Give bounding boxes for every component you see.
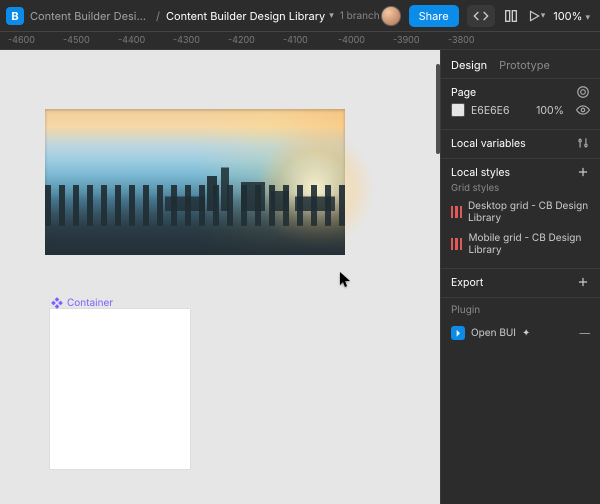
topbar-right: Share ▾ 100% ▾ (381, 5, 600, 27)
grid-columns-icon (451, 238, 462, 250)
remove-plugin-minus-icon[interactable]: — (580, 327, 591, 340)
breadcrumb-separator: / (156, 9, 160, 23)
section-page: Page E6E6E6 100% (441, 78, 600, 129)
breadcrumb-current-label: Content Builder Design Library (166, 9, 325, 23)
cursor-pointer-icon (340, 272, 352, 291)
branch-indicator[interactable]: 1 branch (340, 10, 380, 22)
section-local-variables: Local variables (441, 129, 600, 158)
ruler-tick: -4200 (228, 35, 255, 46)
app-logo[interactable]: B (6, 7, 24, 25)
variables-settings-icon[interactable] (576, 136, 590, 150)
ruler-tick: -4600 (8, 35, 35, 46)
page-section-title: Page (451, 86, 476, 99)
grid-style-label: Desktop grid - CB Design Library (468, 200, 590, 224)
horizontal-ruler: -4600 -4500 -4400 -4300 -4200 -4100 -4000 -3900… (0, 32, 600, 50)
tab-prototype[interactable]: Prototype (499, 58, 550, 72)
panel-tabs: Design Prototype (441, 50, 600, 78)
visibility-eye-icon[interactable] (576, 103, 590, 117)
present-play-icon[interactable]: ▾ (527, 9, 546, 23)
tab-design[interactable]: Design (451, 58, 487, 72)
ruler-tick: -4400 (118, 35, 145, 46)
section-local-styles: Local styles Grid styles Desktop grid - … (441, 158, 600, 268)
grid-styles-group-label: Grid styles (451, 183, 590, 194)
top-bar: B Content Builder Design Li... / Content… (0, 0, 600, 32)
add-export-plus-icon[interactable] (576, 275, 590, 289)
component-label-text: Container (67, 297, 113, 309)
ruler-tick: -4300 (173, 35, 200, 46)
properties-panel: Design Prototype Page E6E6E6 100% Loca (440, 50, 600, 504)
breadcrumb-current[interactable]: Content Builder Design Library ▾ (166, 9, 334, 23)
page-settings-icon[interactable] (576, 85, 590, 99)
grid-style-item[interactable]: Mobile grid - CB Design Library (451, 228, 590, 260)
section-plugin: Plugin ⏵ Open BUI ✦ — (441, 297, 600, 352)
plugin-name-label: Open BUI (471, 327, 516, 339)
section-export: Export (441, 268, 600, 297)
zoom-label: 100% (553, 9, 582, 23)
page-bg-value: E6E6E6 (471, 104, 509, 117)
breadcrumb-parent[interactable]: Content Builder Design Li... (30, 9, 150, 23)
add-style-plus-icon[interactable] (576, 165, 590, 179)
export-title: Export (451, 276, 483, 289)
ruler-tick: -4500 (63, 35, 90, 46)
avatar[interactable] (381, 6, 401, 26)
grid-columns-icon (451, 206, 462, 218)
page-background-row[interactable]: E6E6E6 100% (451, 99, 590, 121)
chevron-down-icon[interactable]: ▾ (329, 10, 334, 21)
zoom-level[interactable]: 100% ▾ (553, 9, 590, 23)
local-vars-title: Local variables (451, 137, 526, 150)
plugin-badge-icon: ⏵ (451, 326, 465, 340)
page-bg-opacity: 100% (536, 104, 570, 117)
local-styles-title: Local styles (451, 166, 510, 179)
page-bg-swatch[interactable] (451, 103, 465, 117)
ruler-tick: -3800 (448, 35, 475, 46)
ruler-tick: -4000 (338, 35, 365, 46)
grid-style-label: Mobile grid - CB Design Library (468, 232, 590, 256)
library-icon[interactable] (503, 8, 519, 24)
canvas[interactable]: Container (0, 50, 440, 504)
plugin-open-bui[interactable]: ⏵ Open BUI ✦ (451, 322, 530, 344)
ruler-tick: -3900 (393, 35, 420, 46)
frame-container[interactable] (50, 309, 190, 469)
dev-mode-toggle[interactable] (467, 5, 495, 27)
component-label[interactable]: Container (50, 296, 113, 310)
workspace: Container Design Prototype Page E6E6E6 1… (0, 50, 600, 504)
component-diamond-icon (50, 296, 64, 310)
topbar-left: B Content Builder Design Li... / Content… (0, 7, 380, 25)
grid-style-item[interactable]: Desktop grid - CB Design Library (451, 196, 590, 228)
ruler-tick: -4100 (283, 35, 308, 46)
share-button[interactable]: Share (409, 5, 459, 27)
plugin-section-title: Plugin (451, 304, 590, 316)
image-layer-skyline[interactable] (45, 109, 345, 255)
sparkle-icon: ✦ (522, 327, 530, 339)
panel-scrollbar[interactable] (436, 64, 440, 154)
